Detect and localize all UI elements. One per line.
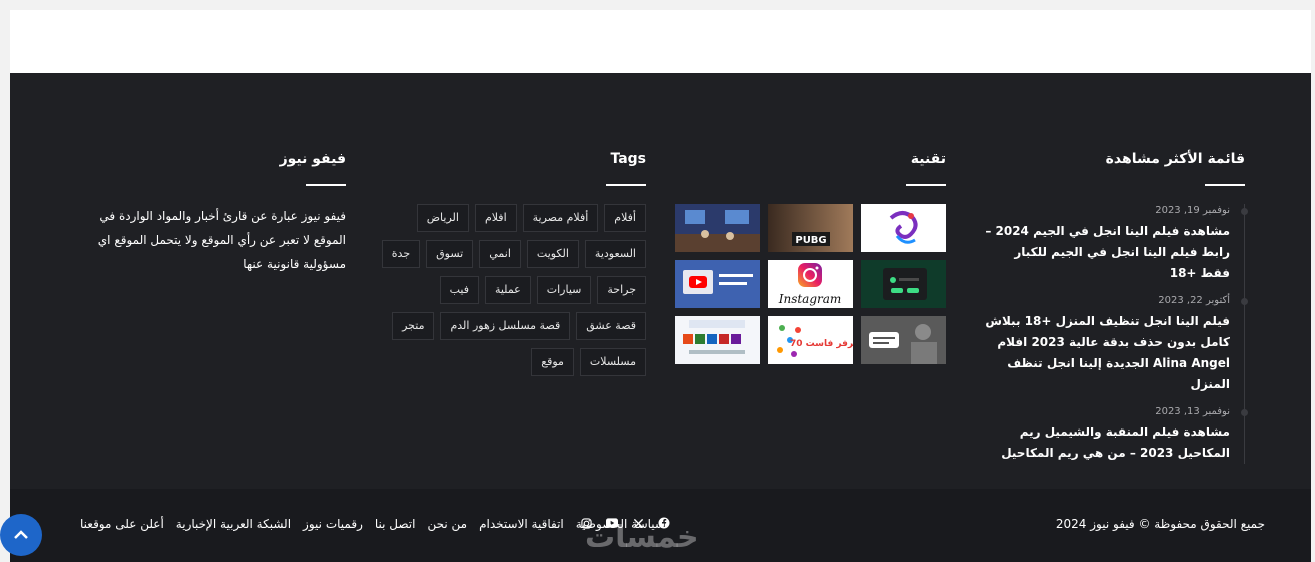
list-item[interactable]: نوفمبر 19, 2023 مشاهدة فيلم الينا انجل ف… [985,204,1248,284]
tag-link[interactable]: مسلسلات [579,348,646,376]
about-text: فيفو نيوز عبارة عن قارئ أخبار والمواد ال… [97,209,346,271]
people-thumb[interactable] [861,316,946,364]
instagram-label: Instagram [778,292,842,306]
tag-link[interactable]: متجر [392,312,435,340]
most-viewed-list: نوفمبر 19, 2023 مشاهدة فيلم الينا انجل ف… [985,204,1248,464]
scroll-to-top-button[interactable] [0,514,42,556]
footer-link-arab-network[interactable]: الشبكة العربية الإخبارية [176,517,291,531]
footer: قائمة الأكثر مشاهدة نوفمبر 19, 2023 مشاه… [10,73,1311,489]
classroom-thumb[interactable] [675,204,760,252]
title-underline [1205,184,1245,186]
app-screen-thumb[interactable] [861,260,946,308]
list-item[interactable]: أكتوبر 22, 2023 فيلم الينا انجل تنظيف ال… [985,294,1248,395]
footer-link-contact[interactable]: اتصل بنا [375,517,416,531]
tag-link[interactable]: السعودية [584,240,646,268]
most-viewed-title: قائمة الأكثر مشاهدة [1105,151,1245,167]
timeline-dot [1241,409,1248,416]
page-content-end [10,10,1311,73]
chevron-up-icon [14,530,28,539]
tags-widget: Tags أفلام أفلام مصرية افلام الرياض السع… [371,150,646,376]
tech-thumbnails: PUBG Instagram سيرفر فاست 70 [675,204,946,364]
title-underline [906,184,946,186]
post-date: نوفمبر 19, 2023 [1155,205,1230,216]
tag-link[interactable]: قصة مسلسل زهور الدم [440,312,571,340]
tag-link[interactable]: انمي [479,240,521,268]
post-link[interactable]: مشاهدة فيلم المنقبة والشيميل ريم المكاحي… [985,422,1230,464]
tags-title: Tags [610,151,646,167]
copyright-text: جميع الحقوق محفوظة © فيفو نيوز 2024 [1055,517,1265,531]
tag-link[interactable]: جراحة [597,276,646,304]
watermark: خمسات [585,520,699,555]
tag-link[interactable]: قصة عشق [576,312,646,340]
youtube-thumb[interactable] [675,260,760,308]
footer-bottom-bar: جميع الحقوق محفوظة © فيفو نيوز 2024 سياس… [10,489,1311,562]
tag-link[interactable]: الرياض [416,204,469,232]
post-date: نوفمبر 13, 2023 [1155,406,1230,417]
post-link[interactable]: مشاهدة فيلم الينا انجل في الجيم 2024 – ر… [985,221,1230,284]
timeline-dot [1241,298,1248,305]
tag-link[interactable]: موقع [531,348,574,376]
tag-link[interactable]: أفلام مصرية [522,204,599,232]
tech-widget: تقنية PUBG Instagram رفر فاست 70 [675,150,946,364]
footer-link-advertise[interactable]: أعلن على موقعنا [80,517,164,531]
title-underline [306,184,346,186]
post-link[interactable]: فيلم الينا انجل تنظيف المنزل +18 ببلاش ك… [985,311,1230,395]
pubg-label: PUBG [795,235,826,246]
tech-title: تقنية [910,151,946,167]
list-item[interactable]: نوفمبر 13, 2023 مشاهدة فيلم المنقبة والش… [985,405,1248,464]
server-thumb[interactable]: سيرفر فاست 70 [768,316,853,364]
pubg-thumb[interactable]: PUBG [768,204,853,252]
tag-link[interactable]: الكويت [526,240,579,268]
top-strip [0,0,1315,10]
footer-link-raqamiyat[interactable]: رقميات نيوز [303,517,363,531]
tag-link[interactable]: فيب [439,276,479,304]
title-underline [606,184,646,186]
tag-link[interactable]: افلام [474,204,517,232]
footer-link-terms[interactable]: اتفاقية الاستخدام [479,517,564,531]
footer-links: سياسة الخصوصية اتفاقية الاستخدام من نحن … [80,517,665,531]
server-label: سيرفر فاست 70 [790,339,853,349]
about-widget: فيفو نيوز فيفو نيوز عبارة عن قارئ أخبار … [81,150,346,276]
tag-link[interactable]: سيارات [536,276,592,304]
office-thumb[interactable] [675,316,760,364]
tag-link[interactable]: جدة [381,240,421,268]
post-date: أكتوبر 22, 2023 [1158,295,1230,306]
timeline-dot [1241,208,1248,215]
logo-bird-thumb[interactable] [861,204,946,252]
footer-link-about[interactable]: من نحن [427,517,467,531]
instagram-thumb[interactable]: Instagram [768,260,853,308]
tag-link[interactable]: تسوق [426,240,474,268]
tag-link[interactable]: أفلام [604,204,646,232]
most-viewed-widget: قائمة الأكثر مشاهدة نوفمبر 19, 2023 مشاه… [985,150,1248,474]
tag-cloud: أفلام أفلام مصرية افلام الرياض السعودية … [371,204,646,376]
about-title: فيفو نيوز [279,151,346,167]
tag-link[interactable]: عملية [484,276,531,304]
